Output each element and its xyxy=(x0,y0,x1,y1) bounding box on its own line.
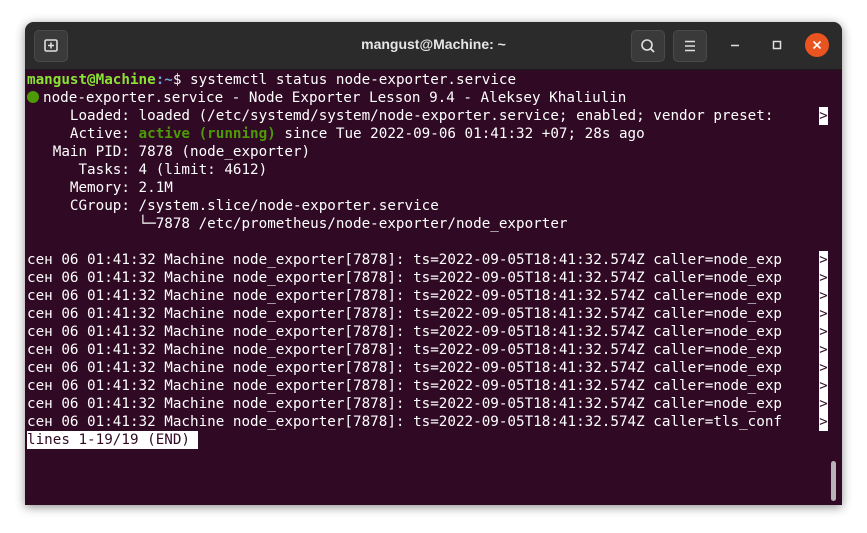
active-since: since Tue 2022-09-06 01:41:32 +07; 28s a… xyxy=(275,126,645,142)
cgroup-child-line: └─7878 /etc/prometheus/node-exporter/nod… xyxy=(27,216,568,232)
log-line: сен 06 01:41:32 Machine node_exporter[78… xyxy=(27,288,782,304)
search-icon xyxy=(641,39,655,53)
log-line: сен 06 01:41:32 Machine node_exporter[78… xyxy=(27,396,782,412)
main-pid-line: Main PID: 7878 (node_exporter) xyxy=(27,144,311,160)
truncation-marker: > xyxy=(819,287,828,305)
log-line: сен 06 01:41:32 Machine node_exporter[78… xyxy=(27,306,782,322)
close-icon xyxy=(812,40,822,50)
truncation-marker: > xyxy=(819,377,828,395)
prompt-user: mangust@Machine xyxy=(27,72,156,88)
status-line: node-exporter.service - Node Exporter Le… xyxy=(27,89,626,107)
prompt-path: :~ xyxy=(155,72,173,88)
command-line: mangust@Machine:~$ systemctl status node… xyxy=(27,71,516,89)
maximize-icon xyxy=(772,40,782,50)
log-line: сен 06 01:41:32 Machine node_exporter[78… xyxy=(27,252,782,268)
tasks-line: Tasks: 4 (limit: 4612) xyxy=(27,162,268,178)
status-dot-icon xyxy=(27,91,39,103)
scrollbar-thumb[interactable] xyxy=(831,461,836,501)
truncation-marker: > xyxy=(819,341,828,359)
window-title: mangust@Machine: ~ xyxy=(361,36,506,52)
active-state: active (running) xyxy=(138,126,276,142)
truncation-marker: > xyxy=(819,395,828,413)
minimize-button[interactable] xyxy=(723,33,747,57)
new-tab-icon xyxy=(44,39,58,52)
truncation-marker: > xyxy=(819,251,828,269)
pager-status: lines 1-19/19 (END) xyxy=(27,431,199,449)
command-text: systemctl status node-exporter.service xyxy=(181,72,517,88)
log-line: сен 06 01:41:32 Machine node_exporter[78… xyxy=(27,414,782,430)
memory-line: Memory: 2.1M xyxy=(27,180,173,196)
maximize-button[interactable] xyxy=(765,33,789,57)
cgroup-line: CGroup: /system.slice/node-exporter.serv… xyxy=(27,198,439,214)
active-label: Active: xyxy=(27,126,139,142)
minimize-icon xyxy=(731,44,739,47)
title-bar[interactable]: mangust@Machine: ~ xyxy=(25,22,842,70)
log-line: сен 06 01:41:32 Machine node_exporter[78… xyxy=(27,270,782,286)
loaded-line: Loaded: loaded (/etc/systemd/system/node… xyxy=(27,108,782,124)
truncation-marker: > xyxy=(819,305,828,323)
search-button[interactable] xyxy=(631,30,665,62)
terminal-output[interactable]: mangust@Machine:~$ systemctl status node… xyxy=(27,71,828,501)
hamburger-menu-icon xyxy=(685,40,695,52)
status-title: node-exporter.service - Node Exporter Le… xyxy=(43,90,627,106)
log-line: сен 06 01:41:32 Machine node_exporter[78… xyxy=(27,324,782,340)
log-line: сен 06 01:41:32 Machine node_exporter[78… xyxy=(27,360,782,376)
truncation-marker: > xyxy=(819,269,828,287)
log-line: сен 06 01:41:32 Machine node_exporter[78… xyxy=(27,342,782,358)
truncation-marker: > xyxy=(819,413,828,431)
new-tab-button[interactable] xyxy=(34,30,68,62)
truncation-marker: > xyxy=(819,359,828,377)
log-line: сен 06 01:41:32 Machine node_exporter[78… xyxy=(27,378,782,394)
close-button[interactable] xyxy=(805,33,829,57)
active-line: Active: active (running) since Tue 2022-… xyxy=(27,125,645,143)
terminal-window: mangust@Machine: ~ mangust@Machine:~$ sy… xyxy=(25,22,842,505)
menu-button[interactable] xyxy=(673,30,707,62)
truncation-marker: > xyxy=(819,323,828,341)
truncation-marker: > xyxy=(819,107,828,125)
